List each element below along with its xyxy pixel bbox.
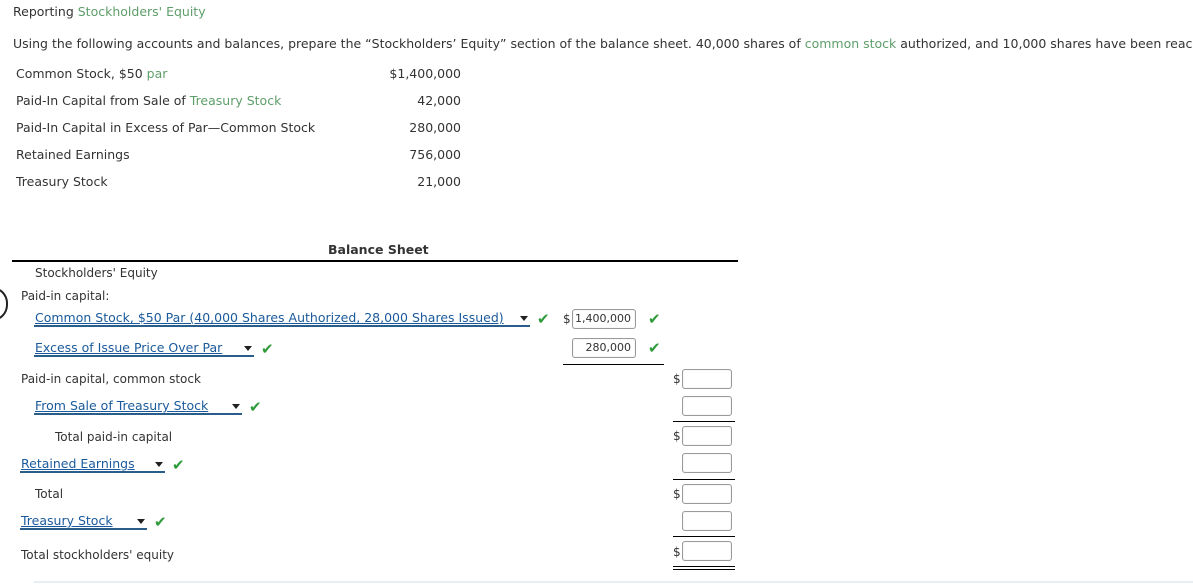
treasury-stock-input[interactable] — [682, 511, 732, 531]
subtotal-rule — [673, 479, 735, 480]
pic-common-label: Paid-in capital, common stock — [21, 372, 201, 386]
account-row: Paid-In Capital from Sale of Treasury St… — [16, 93, 461, 113]
common-stock-amount-input[interactable]: 1,400,000 — [572, 309, 636, 329]
title-prefix: Reporting — [13, 4, 78, 19]
dropdown-arrow-icon — [137, 519, 145, 524]
account-row: Treasury Stock 21,000 — [16, 174, 461, 194]
check-icon: ✔ — [648, 310, 661, 328]
select-value: Excess of Issue Price Over Par — [35, 340, 223, 355]
account-value: $1,400,000 — [389, 66, 461, 81]
account-row: Common Stock, $50 par $1,400,000 — [16, 66, 461, 86]
dropdown-arrow-icon — [520, 316, 528, 321]
check-icon: ✔ — [154, 513, 167, 531]
account-name: Retained Earnings — [16, 147, 130, 162]
account-row: Paid-In Capital in Excess of Par—Common … — [16, 120, 461, 140]
check-icon: ✔ — [249, 398, 262, 416]
section-label: Stockholders' Equity — [35, 266, 158, 280]
account-name: Treasury Stock — [16, 174, 108, 189]
account-name: Paid-In Capital from Sale of Treasury St… — [16, 93, 281, 108]
check-icon: ✔ — [172, 456, 185, 474]
select-value: Treasury Stock — [21, 513, 113, 528]
pic-common-input[interactable] — [682, 369, 732, 389]
account-name: Paid-In Capital in Excess of Par—Common … — [16, 120, 316, 135]
par-link[interactable]: par — [147, 66, 168, 81]
balance-sheet-title: Balance Sheet — [328, 242, 429, 257]
check-icon: ✔ — [261, 340, 274, 358]
common-stock-link[interactable]: common stock — [805, 36, 897, 51]
paid-in-label: Paid-in capital: — [21, 289, 110, 303]
retained-earnings-select[interactable]: Retained Earnings — [20, 456, 165, 473]
dollar-sign: $ — [673, 372, 681, 386]
account-name: Common Stock, $50 par — [16, 66, 167, 81]
treasury-sale-select[interactable]: From Sale of Treasury Stock — [34, 398, 242, 415]
account-value: 756,000 — [409, 147, 461, 162]
dropdown-arrow-icon — [232, 404, 240, 409]
account-row: Retained Earnings 756,000 — [16, 147, 461, 167]
header-rule — [12, 260, 738, 262]
select-value: From Sale of Treasury Stock — [35, 398, 209, 413]
problem-prompt: Using the following accounts and balance… — [13, 36, 1193, 51]
dollar-sign: $ — [563, 312, 571, 326]
dollar-sign: $ — [673, 429, 681, 443]
common-stock-select[interactable]: Common Stock, $50 Par (40,000 Shares Aut… — [34, 310, 530, 327]
retained-earnings-input[interactable] — [682, 453, 732, 473]
total-pic-input[interactable] — [682, 426, 732, 446]
page-title: Reporting Stockholders' Equity — [13, 4, 206, 19]
excess-select[interactable]: Excess of Issue Price Over Par — [34, 340, 254, 357]
account-value: 42,000 — [417, 93, 461, 108]
total-pic-label: Total paid-in capital — [55, 430, 173, 444]
account-value: 280,000 — [409, 120, 461, 135]
subtotal-rule — [673, 536, 735, 537]
dollar-sign: $ — [673, 545, 681, 559]
parenthesis-decoration — [0, 287, 8, 321]
footer-divider — [34, 581, 1193, 583]
dollar-sign: $ — [673, 487, 681, 501]
dropdown-arrow-icon — [244, 346, 252, 351]
subtotal-rule — [673, 421, 735, 422]
treasury-stock-link[interactable]: Treasury Stock — [190, 93, 282, 108]
total-label: Total — [35, 487, 64, 501]
total-input[interactable] — [682, 484, 732, 504]
total-se-label: Total stockholders' equity — [21, 548, 175, 562]
title-link[interactable]: Stockholders' Equity — [78, 4, 206, 19]
treasury-stock-select[interactable]: Treasury Stock — [20, 513, 147, 530]
double-rule — [673, 566, 735, 570]
treasury-sale-input[interactable] — [682, 396, 732, 416]
dropdown-arrow-icon — [155, 462, 163, 467]
select-value: Common Stock, $50 Par (40,000 Shares Aut… — [35, 310, 504, 325]
account-value: 21,000 — [417, 174, 461, 189]
prompt-text-1: Using the following accounts and balance… — [13, 36, 805, 51]
account-name-text: Paid-In Capital from Sale of — [16, 93, 190, 108]
select-value: Retained Earnings — [21, 456, 135, 471]
total-se-input[interactable] — [682, 541, 732, 561]
check-icon: ✔ — [648, 339, 661, 357]
excess-amount-input[interactable]: 280,000 — [572, 338, 636, 358]
check-icon: ✔ — [537, 310, 550, 328]
account-name-text: Common Stock, $50 — [16, 66, 147, 81]
prompt-text-2: authorized, and 10,000 shares have been … — [900, 36, 1193, 51]
subtotal-rule — [563, 364, 664, 365]
